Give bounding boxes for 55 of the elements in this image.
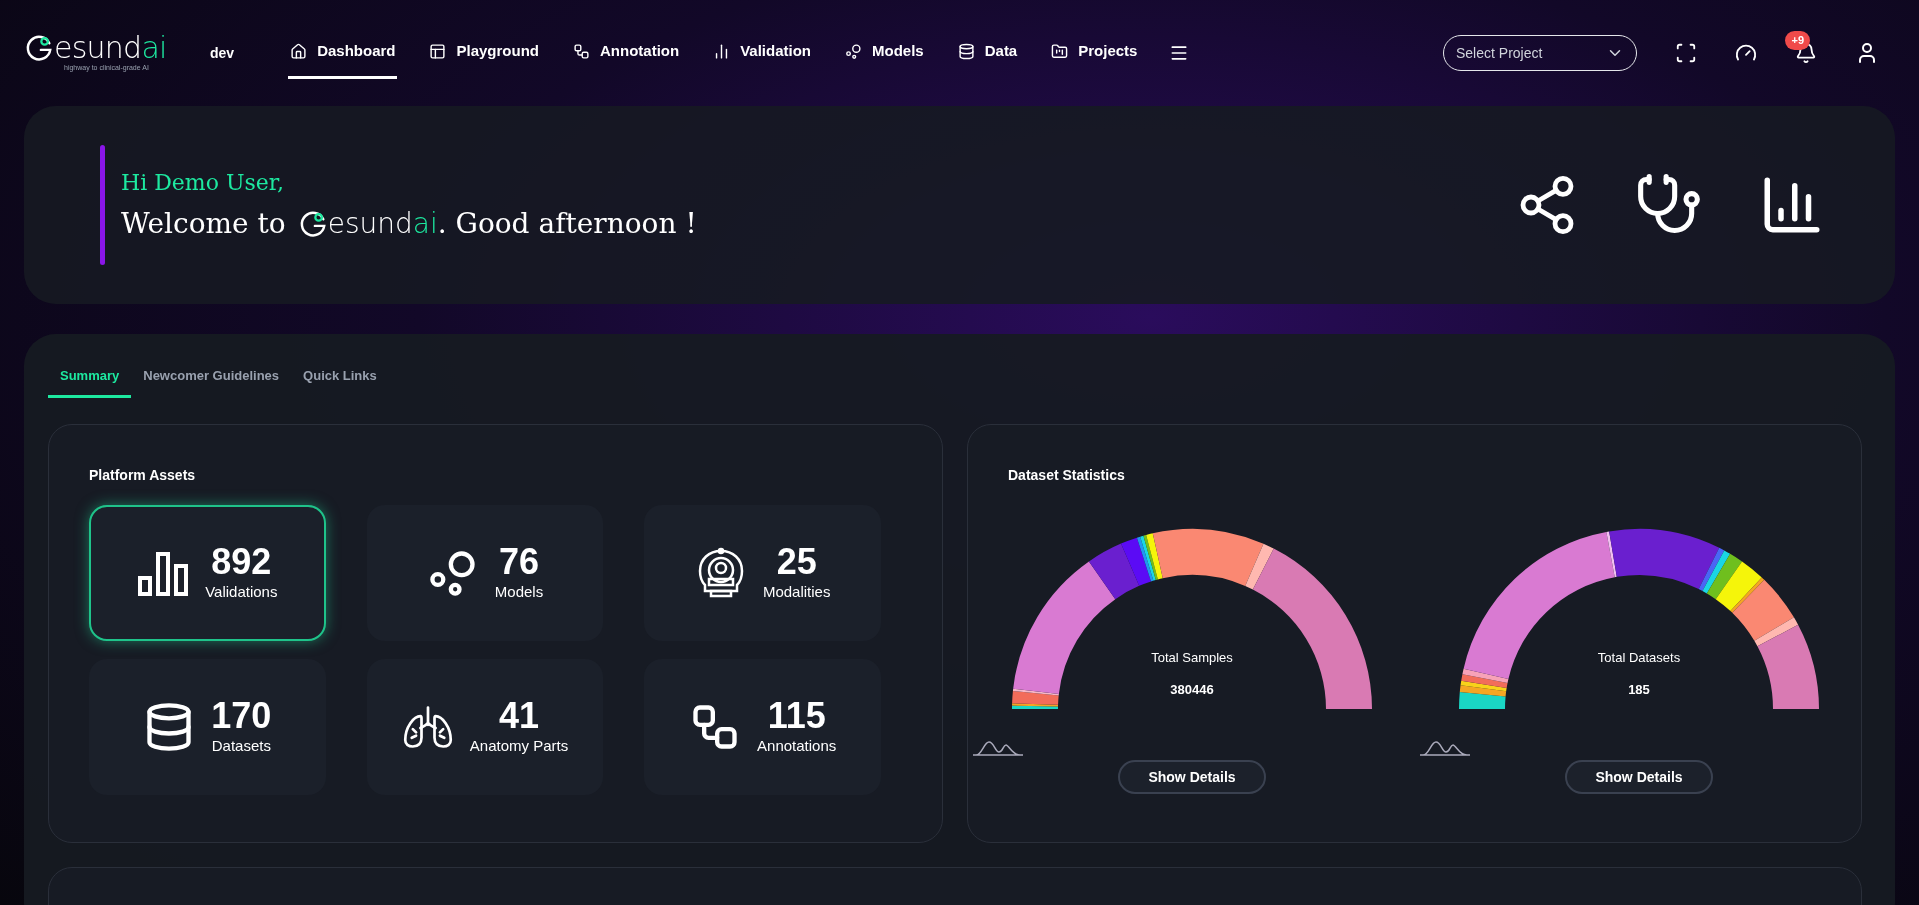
asset-tile[interactable]: 41 Anatomy Parts <box>366 659 604 795</box>
asset-label: Anatomy Parts <box>469 735 569 756</box>
asset-tile[interactable]: 25 Modalities <box>644 505 881 641</box>
nav-link[interactable]: Annotation <box>571 27 682 79</box>
chart-label: Total Datasets <box>1597 649 1681 667</box>
chart-slice <box>1459 692 1506 709</box>
nav-link[interactable]: Models <box>843 27 926 79</box>
chart-total: 185 <box>1628 680 1650 699</box>
asset-count: 892 <box>211 542 272 581</box>
bar-chart-icon <box>137 550 190 596</box>
asset-count: 170 <box>211 696 272 735</box>
asset-tile[interactable]: 115 Annotations <box>644 659 881 795</box>
asset-count: 115 <box>767 696 826 735</box>
fullscreen-icon[interactable] <box>1675 42 1697 64</box>
nav-link[interactable]: Data <box>955 27 1020 79</box>
chart-label: Total Samples <box>1151 649 1233 667</box>
asset-tile[interactable]: 892 Validations <box>89 505 326 641</box>
chart-total: 380446 <box>1170 680 1214 699</box>
card-title: Dataset Statistics <box>1008 466 1126 485</box>
asset-tile[interactable]: 170 Datasets <box>89 659 326 795</box>
card-title: Platform Assets <box>89 466 197 485</box>
workflow-icon <box>573 43 590 60</box>
circles-icon <box>845 43 862 60</box>
tab[interactable]: Quick Links <box>291 356 389 398</box>
nav-link[interactable]: Dashboard <box>288 27 398 79</box>
chart-slice <box>1459 685 1507 697</box>
tab[interactable]: Newcomer Guidelines <box>131 356 292 398</box>
folder-icon <box>1051 43 1069 60</box>
logo-text: esundai <box>327 205 438 242</box>
nav-link[interactable]: Projects <box>1049 27 1140 79</box>
panels-icon <box>429 43 447 60</box>
greeting-text: Hi Demo User, <box>121 168 285 197</box>
asset-label: Annotations <box>757 735 837 756</box>
nav-link[interactable]: Playground <box>427 27 541 79</box>
distribution-icon <box>972 740 1024 756</box>
asset-count: 76 <box>498 542 539 581</box>
notification-badge: +9 <box>1785 31 1810 50</box>
logo-text: esundai <box>54 32 167 63</box>
asset-label: Validations <box>205 581 278 602</box>
asset-count: 41 <box>498 696 539 735</box>
asset-label: Datasets <box>211 735 271 756</box>
tab[interactable]: Summary <box>48 356 132 398</box>
environment-label: dev <box>210 43 235 63</box>
show-details-button[interactable]: Show Details <box>1118 760 1266 794</box>
welcome-text: Welcome to <box>121 205 286 242</box>
welcome-text: . Good afternoon ! <box>437 205 697 242</box>
asset-label: Modalities <box>762 581 831 602</box>
house-icon <box>290 43 308 60</box>
asset-count: 25 <box>776 542 817 581</box>
distribution-icon <box>1419 740 1471 756</box>
database-icon <box>957 43 975 60</box>
nav-link[interactable]: Validation <box>711 27 813 79</box>
show-details-button[interactable]: Show Details <box>1565 760 1713 794</box>
asset-label: Models <box>494 581 544 602</box>
asset-tile[interactable]: 76 Models <box>366 505 604 641</box>
